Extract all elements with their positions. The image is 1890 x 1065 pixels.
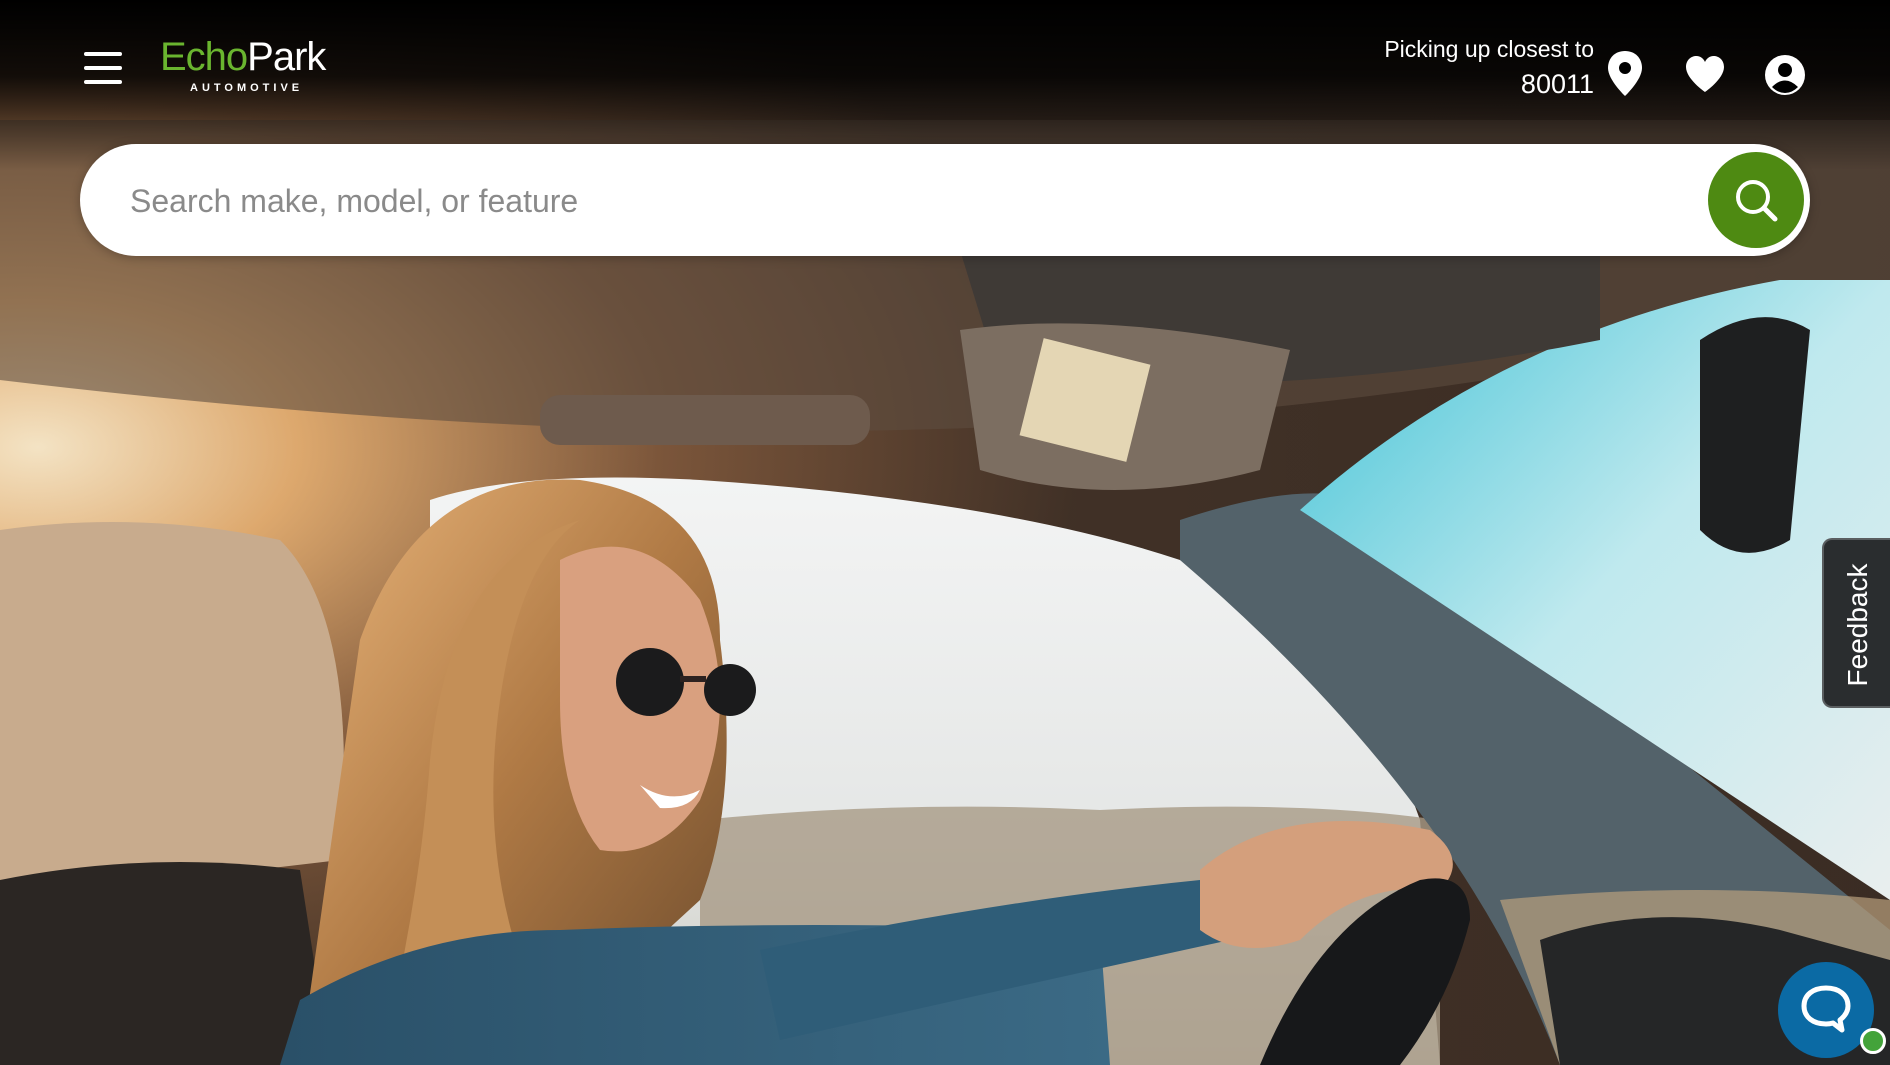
logo-word-echo: Echo (160, 35, 248, 79)
heart-icon[interactable] (1684, 54, 1726, 94)
feedback-label: Feedback (1842, 563, 1873, 687)
pickup-location-label: Picking up closest to (1384, 36, 1594, 62)
location-pin-icon[interactable] (1606, 50, 1644, 98)
pickup-location-zip: 80011 (1520, 69, 1594, 99)
logo-word-park: Park (247, 35, 326, 79)
search-bar (80, 144, 1810, 256)
feedback-tab[interactable]: Feedback (1822, 538, 1890, 708)
echopark-logo[interactable]: EchoPark AUTOMOTIVE (160, 34, 330, 100)
search-input[interactable] (128, 172, 1632, 230)
hamburger-menu-icon[interactable] (84, 48, 124, 88)
homepage: EchoPark AUTOMOTIVE Picking up closest t… (0, 0, 1890, 1065)
logo-subtitle: AUTOMOTIVE (190, 82, 304, 94)
chat-status-indicator (1860, 1028, 1886, 1054)
search-button[interactable] (1708, 152, 1804, 248)
search-icon (1736, 180, 1778, 222)
account-icon[interactable] (1764, 54, 1806, 96)
pickup-location[interactable]: Picking up closest to 80011 (1384, 34, 1594, 104)
